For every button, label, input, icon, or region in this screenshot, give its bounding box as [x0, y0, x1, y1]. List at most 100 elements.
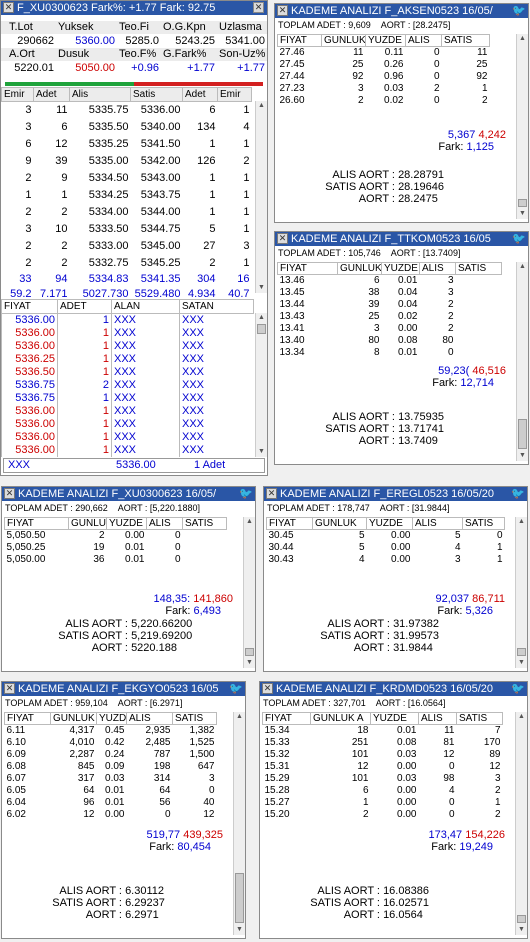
kademe-row[interactable]: 27.23 3 0.03 2 1	[278, 83, 490, 95]
kademe-row[interactable]: 30.43 4 0.00 3 1	[267, 554, 505, 566]
panel-titlebar[interactable]: ✕ KADEME ANALIZI F_XU0300623 16/05/ 🐦	[2, 487, 255, 501]
kademe-row[interactable]: 13.43 25 0.02 2	[278, 311, 502, 323]
twitter-icon[interactable]: 🐦	[238, 488, 254, 500]
twitter-icon[interactable]: 🐦	[228, 683, 244, 695]
kademe-row[interactable]: 13.41 3 0.00 2	[278, 323, 502, 335]
kademe-row[interactable]: 15.28 6 0.00 4 2	[263, 785, 503, 797]
col-header[interactable]: SATIS	[456, 712, 503, 725]
col-header[interactable]: GUNLUK	[321, 34, 366, 47]
order-book-row[interactable]: 3 10 5333.50 5344.75 5 1	[2, 221, 252, 238]
col-header[interactable]: YUZDE	[96, 712, 127, 725]
kademe-row[interactable]: 13.46 6 0.01 3	[278, 275, 502, 287]
kademe-row[interactable]: 6.10 4,010 0.42 2,485 1,525	[5, 737, 217, 749]
kademe-row[interactable]: 6.11 4,317 0.45 2,935 1,382	[5, 725, 217, 737]
close-icon[interactable]: ✕	[277, 233, 288, 244]
trade-row[interactable]: 5336.75 2 XXX XXX	[1, 378, 254, 392]
kademe-row[interactable]: 26.60 2 0.02 0 2	[278, 95, 490, 107]
depth-window-titlebar[interactable]: ✕ F_XU0300623 Fark%: +1.77 Fark: 92.75 ✕	[1, 1, 267, 15]
order-book-row[interactable]: 2 2 5332.75 5345.25 2 1	[2, 255, 252, 272]
col-header[interactable]: GUNLUK A	[310, 712, 371, 725]
kademe-row[interactable]: 6.09 2,287 0.24 787 1,500	[5, 749, 217, 761]
panel-titlebar[interactable]: ✕ KADEME ANALIZI F_AKSEN0523 16/05/ 🐦	[275, 4, 528, 18]
close-icon[interactable]: ✕	[3, 2, 14, 13]
col-header[interactable]: SATIS	[462, 517, 505, 530]
panel-titlebar[interactable]: ✕ KADEME ANALIZI F_TTKOM0523 16/05 🐦	[275, 232, 528, 246]
kademe-row[interactable]: 30.44 5 0.00 4 1	[267, 542, 505, 554]
col-header[interactable]: YUZDE	[366, 517, 413, 530]
col-header[interactable]: SATAN	[179, 299, 254, 314]
col-header[interactable]: FIYAT	[1, 299, 58, 314]
col-header[interactable]: Alis	[69, 87, 131, 102]
twitter-icon[interactable]: 🐦	[511, 5, 527, 17]
col-header[interactable]: FIYAT	[4, 517, 69, 530]
twitter-icon[interactable]: 🐦	[510, 488, 526, 500]
kademe-row[interactable]: 15.31 12 0.00 0 12	[263, 761, 503, 773]
panel-scrollbar[interactable]: ▲ ▼	[243, 517, 255, 668]
panel-scrollbar[interactable]: ▲ ▼	[233, 712, 245, 935]
kademe-row[interactable]: 15.34 18 0.01 11 7	[263, 725, 503, 737]
col-header[interactable]: ALIS	[419, 262, 456, 275]
col-header[interactable]: ALIS	[405, 34, 442, 47]
order-book-row[interactable]: 2 2 5333.00 5345.00 27 3	[2, 238, 252, 255]
col-header[interactable]: YUZDE	[370, 712, 419, 725]
trade-row[interactable]: 5336.00 1 XXX XXX	[1, 404, 254, 418]
kademe-row[interactable]: 15.29 101 0.03 98 3	[263, 773, 503, 785]
close-icon[interactable]: ✕	[4, 683, 15, 694]
kademe-row[interactable]: 15.33 251 0.08 81 170	[263, 737, 503, 749]
col-header[interactable]: ALIS	[146, 517, 183, 530]
col-header[interactable]: SATIS	[441, 34, 490, 47]
col-header[interactable]: Emir	[1, 87, 34, 102]
col-header[interactable]: ALIS	[418, 712, 457, 725]
kademe-row[interactable]: 5,050.50 2 0.00 0	[5, 530, 227, 542]
col-header[interactable]: YUZDE	[106, 517, 147, 530]
panel-titlebar[interactable]: ✕ KADEME ANALIZI F_EREGL0523 16/05/20 🐦	[264, 487, 527, 501]
col-header[interactable]: FIYAT	[266, 517, 313, 530]
panel-scrollbar[interactable]: ▲ ▼	[515, 712, 527, 935]
col-header[interactable]: FIYAT	[4, 712, 51, 725]
kademe-row[interactable]: 5,050.25 19 0.01 0	[5, 542, 227, 554]
trade-row[interactable]: 5336.00 1 XXX XXX	[1, 443, 254, 457]
order-book-row[interactable]: 3 11 5335.75 5336.00 6 1	[2, 102, 252, 119]
col-header[interactable]: GUNLU	[68, 517, 107, 530]
order-book-row[interactable]: 2 9 5334.50 5343.00 1 1	[2, 170, 252, 187]
col-header[interactable]: FIYAT	[277, 262, 338, 275]
kademe-row[interactable]: 27.44 92 0.96 0 92	[278, 71, 490, 83]
kademe-row[interactable]: 27.45 25 0.26 0 25	[278, 59, 490, 71]
close-icon[interactable]: ✕	[266, 488, 277, 499]
kademe-row[interactable]: 6.05 64 0.01 64 0	[5, 785, 217, 797]
kademe-row[interactable]: 13.34 8 0.01 0	[278, 347, 502, 359]
col-header[interactable]: SATIS	[172, 712, 217, 725]
kademe-row[interactable]: 15.27 1 0.00 0 1	[263, 797, 503, 809]
col-header[interactable]: ADET	[57, 299, 112, 314]
col-header[interactable]: Satis	[130, 87, 183, 102]
kademe-row[interactable]: 13.45 38 0.04 3	[278, 287, 502, 299]
kademe-row[interactable]: 15.20 2 0.00 0 2	[263, 809, 503, 821]
col-header[interactable]: GUNLUK	[337, 262, 382, 275]
trade-row[interactable]: 5336.00 1 XXX XXX	[1, 430, 254, 444]
close-icon[interactable]: ✕	[262, 683, 273, 694]
trade-row[interactable]: 5336.25 1 XXX XXX	[1, 352, 254, 366]
kademe-row[interactable]: 13.40 80 0.08 80	[278, 335, 502, 347]
col-header[interactable]: YUZDE	[381, 262, 420, 275]
col-header[interactable]: SATIS	[455, 262, 502, 275]
kademe-row[interactable]: 6.02 12 0.00 0 12	[5, 809, 217, 821]
kademe-row[interactable]: 30.45 5 0.00 5 0	[267, 530, 505, 542]
col-header[interactable]: YUZDE	[365, 34, 406, 47]
trade-row[interactable]: 5336.00 1 XXX XXX	[1, 339, 254, 353]
kademe-row[interactable]: 6.07 317 0.03 314 3	[5, 773, 217, 785]
kademe-row[interactable]: 6.04 96 0.01 56 40	[5, 797, 217, 809]
close-icon[interactable]: ✕	[277, 5, 288, 16]
panel-titlebar[interactable]: ✕ KADEME ANALIZI F_KRDMD0523 16/05/20 🐦	[260, 682, 527, 696]
kademe-row[interactable]: 27.46 11 0.11 0 11	[278, 47, 490, 59]
close-icon[interactable]: ✕	[253, 2, 264, 13]
kademe-row[interactable]: 13.44 39 0.04 2	[278, 299, 502, 311]
col-header[interactable]: SATIS	[182, 517, 227, 530]
panel-scrollbar[interactable]: ▲ ▼	[516, 262, 528, 461]
trade-row[interactable]: 5336.75 1 XXX XXX	[1, 391, 254, 405]
col-header[interactable]: Emir	[217, 87, 252, 102]
trade-row[interactable]: 5336.00 1 XXX XXX	[1, 417, 254, 431]
trade-row[interactable]: 5336.50 1 XXX XXX	[1, 365, 254, 379]
col-header[interactable]: FIYAT	[262, 712, 311, 725]
col-header[interactable]: GUNLUK	[312, 517, 367, 530]
col-header[interactable]: FIYAT	[277, 34, 322, 47]
